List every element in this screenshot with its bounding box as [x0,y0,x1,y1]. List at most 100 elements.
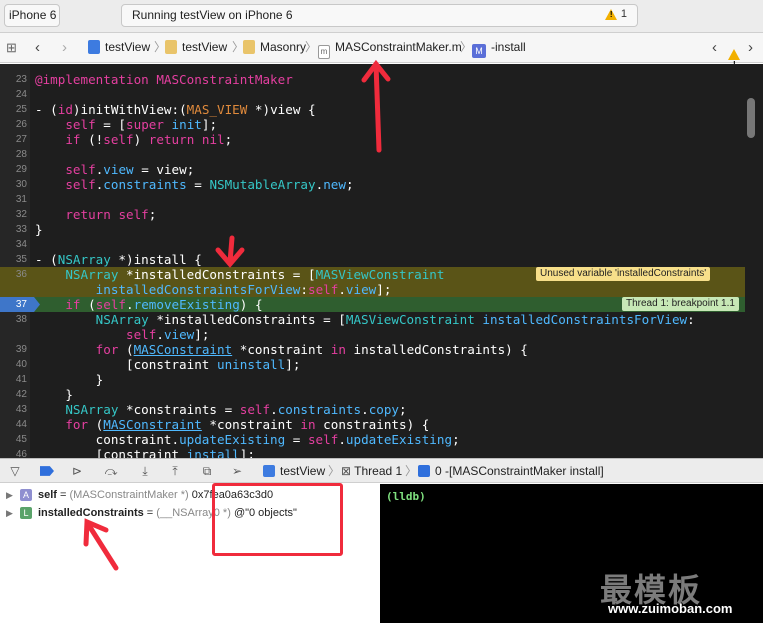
breadcrumb-group-masonry[interactable]: Masonry [243,33,306,62]
line-number: 32 [15,209,27,220]
activity-view: Running testView on iPhone 6 ! 1 [121,4,638,27]
code-line[interactable]: 34 [0,237,745,252]
code-line[interactable]: 33} [0,222,745,237]
code-text: } [35,372,104,387]
code-line[interactable]: 27 if (!self) return nil; [0,132,745,147]
next-issue-icon[interactable]: › [748,33,753,62]
code-line[interactable]: 40 [constraint uninstall]; [0,357,745,372]
project-icon [88,40,100,54]
local-badge-icon: L [20,507,32,519]
code-line[interactable]: 23 @implementation MASConstraintMaker [0,72,745,87]
code-text: NSArray *installedConstraints = [MASView… [95,312,695,327]
annotation-box [212,483,343,556]
previous-issue-icon[interactable]: ‹ [712,33,717,62]
source-editor[interactable]: 23 @implementation MASConstraintMaker 24 … [0,64,763,458]
code-line[interactable]: 46 [constraint install]; [0,447,745,458]
related-items-icon[interactable]: ⊞ [6,33,17,62]
line-number: 27 [15,134,27,145]
current-code-line[interactable]: 37 if (self.removeExisting) {Thread 1: b… [0,297,745,312]
step-into-icon[interactable]: ⤓ [138,464,152,478]
code-line[interactable]: self.view]; [0,327,745,342]
forward-chevron-icon[interactable]: › [62,33,67,62]
line-number: 39 [15,344,27,355]
line-number: 23 [15,74,27,85]
code-line[interactable]: 30 self.constraints = NSMutableArray.new… [0,177,745,192]
back-chevron-icon[interactable]: ‹ [35,33,40,62]
editor-scrollbar[interactable] [747,98,755,138]
warning-code-line[interactable]: 36 NSArray *installedConstraints = [MASV… [0,267,745,282]
objc-file-icon: m [318,45,330,59]
lldb-prompt: (lldb) [386,490,426,503]
breadcrumb-method-label: -install [491,40,526,54]
code-line[interactable]: 32 return self; [0,207,745,222]
debug-frame[interactable]: 0 -[MASConstraintMaker install] [418,459,604,483]
code-text: } [35,387,73,402]
breadcrumb-masonry-label: Masonry [260,40,307,54]
code-line[interactable]: 42 } [0,387,745,402]
code-text: [constraint uninstall]; [35,357,301,372]
line-number: 24 [15,89,27,100]
line-number: 41 [15,374,27,385]
breadcrumb-group-testview[interactable]: testView [165,33,227,62]
hide-debug-area-icon[interactable]: ▽ [8,464,22,478]
breakpoints-toggle-icon[interactable] [40,466,54,476]
debug-bar: ▽ ⊳ ⤼ ⤓ ⤒ ⧉ ➢ testView 〉 ⊠ Thread 1 〉 0 … [0,458,763,483]
breadcrumb-separator-icon: 〉 [328,464,341,478]
code-text: for (MASConstraint *constraint in constr… [65,417,430,432]
code-text: constraint.updateExisting = self.updateE… [35,432,460,447]
code-line[interactable]: 39 for (MASConstraint *constraint in ins… [0,342,745,357]
code-line[interactable]: 25 - (id)initWithView:(MAS_VIEW *)view { [0,102,745,117]
line-number: 46 [15,449,27,458]
disclosure-triangle-icon[interactable]: ▶ [6,486,13,504]
debug-thread-label: Thread 1 [354,464,403,478]
jump-bar: ⊞ ‹ › testView 〉 testView 〉 Masonry 〉 mM… [0,33,763,69]
code-text: self.constraints = NSMutableArray.new; [65,177,354,192]
variable-type: (MASConstraintMaker *) [69,489,189,501]
unused-variable-warning[interactable]: Unused variable 'installedConstraints' [536,267,711,281]
code-line[interactable]: 28 [0,147,745,162]
continue-icon[interactable]: ⊳ [70,464,84,478]
line-number: 38 [15,314,27,325]
code-text: NSArray *installedConstraints = [MASView… [65,267,445,282]
code-line[interactable]: 29 self.view = view; [0,162,745,177]
debug-target[interactable]: testView [263,459,325,483]
code-line[interactable]: 35 - (NSArray *)install { [0,252,745,267]
thread-icon: ⊠ [341,464,355,478]
variable-name: installedConstraints [38,507,144,519]
line-number: 33 [15,224,27,235]
step-over-icon[interactable]: ⤼ [104,464,118,478]
breadcrumb-file[interactable]: m MASConstraintMaker.m [318,33,462,62]
breadcrumb-separator-icon: 〉 [305,40,318,54]
breadcrumb-separator-icon: 〉 [405,464,418,478]
folder-icon [243,40,255,54]
app-icon [263,465,275,477]
step-out-icon[interactable]: ⤒ [168,464,182,478]
line-number: 37 [15,299,27,310]
code-line[interactable]: 43 NSArray *constraints = self.constrain… [0,402,745,417]
variable-name: self [38,489,57,501]
code-line[interactable]: 44 for (MASConstraint *constraint in con… [0,417,745,432]
code-line[interactable]: 41 } [0,372,745,387]
disclosure-triangle-icon[interactable]: ▶ [6,504,13,522]
breadcrumb-project[interactable]: testView [88,33,150,62]
warning-code-line[interactable]: installedConstraintsForView:self.view]; [0,282,745,297]
breadcrumb-group-label: testView [182,40,228,54]
location-icon[interactable]: ➢ [230,464,244,478]
view-hierarchy-icon[interactable]: ⧉ [200,464,214,478]
watermark-url: www.zuimoban.com [608,601,733,616]
argument-badge-icon: A [20,489,32,501]
code-line[interactable]: 31 [0,192,745,207]
code-line[interactable]: 26 self = [super init]; [0,117,745,132]
warning-indicator[interactable]: ! 1 [604,8,627,20]
code-text: - (NSArray *)install { [35,252,202,267]
scheme-selector[interactable]: iPhone 6 [4,4,60,27]
debug-thread[interactable]: ⊠ Thread 1 [341,459,402,483]
code-line[interactable]: 45 constraint.updateExisting = self.upda… [0,432,745,447]
code-text: installedConstraintsForView:self.view]; [95,282,392,297]
line-number: 40 [15,359,27,370]
code-line[interactable]: 24 [0,87,745,102]
line-number: 44 [15,419,27,430]
xcode-window: { "toolbar": { "scheme": "iPhone 6", "st… [0,0,763,623]
code-line[interactable]: 38 NSArray *installedConstraints = [MASV… [0,312,745,327]
breadcrumb-method[interactable]: M -install [472,33,526,62]
